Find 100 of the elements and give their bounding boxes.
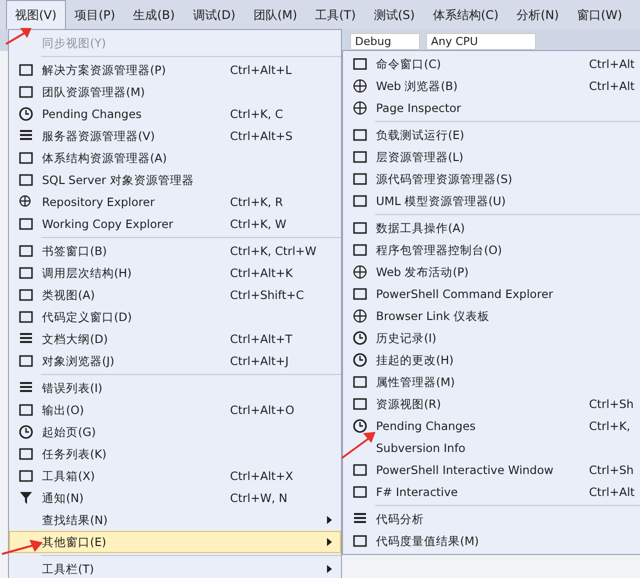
menu-item-label: PowerShell Interactive Window [376, 463, 554, 477]
outline-icon [19, 332, 33, 346]
menu-item[interactable]: Subversion Info [343, 437, 640, 459]
menu-item[interactable]: 查找结果(N) [9, 509, 341, 531]
menu-item[interactable]: 程序包管理器控制台(O) [343, 239, 640, 261]
menu-item[interactable]: Pending Changes Ctrl+K, C [9, 103, 341, 125]
menu-item-label: 书签窗口(B) [42, 244, 108, 258]
menu-item[interactable]: 书签窗口(B) Ctrl+K, Ctrl+W [9, 240, 341, 262]
menu-item-label: 任务列表(K) [42, 446, 108, 462]
shortcut-text: Ctrl+Alt [589, 485, 633, 499]
menu-item-label: 调用层次结构(H) [42, 266, 133, 280]
menu-item[interactable]: 分析(N) [508, 0, 568, 30]
funnel-icon [19, 491, 33, 505]
annotation-arrow [4, 26, 34, 46]
globe-icon [353, 309, 367, 323]
menu-item[interactable]: 类视图(A) Ctrl+Shift+C [9, 284, 341, 306]
menu-item[interactable]: Working Copy Explorer Ctrl+K, W [9, 213, 341, 235]
shortcut-text: Ctrl+Alt+O [230, 403, 296, 417]
menu-item[interactable]: 工具(T) [306, 0, 365, 30]
menu-item-label: 同步视图(Y) [42, 36, 107, 50]
menu-item[interactable]: Web 浏览器(B) Ctrl+Alt [343, 75, 640, 97]
menu-item[interactable]: 体系结构资源管理器(A) [9, 147, 341, 169]
configuration-dropdown[interactable]: Debug [350, 33, 420, 50]
shortcut-text: Ctrl+Alt+S [230, 129, 294, 143]
menu-item[interactable]: Page Inspector [343, 97, 640, 119]
menu-item[interactable]: 源代码管理资源管理器(S) [343, 168, 640, 190]
menu-item[interactable]: 起始页(G) [9, 421, 341, 443]
menu-item[interactable]: 通知(N) Ctrl+W, N [9, 487, 341, 509]
menu-item-label: 历史记录(I) [376, 330, 438, 346]
menu-item-label: 类视图(A) [42, 288, 96, 302]
menu-item[interactable]: 窗口(W) [568, 0, 632, 30]
menu-item[interactable]: 调用层次结构(H) Ctrl+Alt+K [9, 262, 341, 284]
menu-item[interactable]: UML 模型资源管理器(U) [343, 190, 640, 212]
menu-item[interactable]: 文档大纲(D) Ctrl+Alt+T [9, 328, 341, 350]
menu-item[interactable]: Repository Explorer Ctrl+K, R [9, 191, 341, 213]
menu-item-label: 属性管理器(M) [376, 374, 456, 390]
menu-item[interactable]: 服务器资源管理器(V) Ctrl+Alt+S [9, 125, 341, 147]
menu-item[interactable]: 对象浏览器(J) Ctrl+Alt+J [9, 350, 341, 372]
shortcut-text: Ctrl+K, W [230, 217, 288, 231]
menu-item-label: 查找结果(N) [42, 512, 109, 528]
menu-item[interactable]: 代码度量值结果(M) [343, 530, 640, 552]
menu-item-label: Working Copy Explorer [42, 217, 174, 231]
menu-item[interactable]: Pending Changes Ctrl+K, [343, 415, 640, 437]
menu-item[interactable]: 生成(B) [124, 0, 184, 30]
menu-item[interactable]: 属性管理器(M) [343, 371, 640, 393]
menu-item[interactable]: 调试(D) [184, 0, 244, 30]
globe-icon [353, 265, 367, 279]
menu-item[interactable]: 数据工具操作(A) [343, 217, 640, 239]
menu-item[interactable]: 命令窗口(C) Ctrl+Alt [343, 53, 640, 75]
menu-item-label: SQL Server 对象资源管理器 [42, 172, 195, 188]
menu-item-label: Pending Changes [42, 107, 143, 121]
shortcut-text: Ctrl+K, [589, 419, 632, 433]
menu-item[interactable]: 团队(M) [244, 0, 306, 30]
menu-item-label: 源代码管理资源管理器(S) [376, 172, 514, 186]
menu-item-label: 对象浏览器(J) [42, 354, 116, 368]
menu-item[interactable]: 挂起的更改(H) [343, 349, 640, 371]
menu-item[interactable]: 错误列表(I) [9, 377, 341, 399]
menu-item[interactable]: 工具箱(X) Ctrl+Alt+X [9, 465, 341, 487]
menu-item[interactable]: F# Interactive Ctrl+Alt [343, 481, 640, 503]
menu-item-label: 其他窗口(E) [42, 534, 108, 550]
menu-item[interactable]: 项目(P) [66, 0, 124, 30]
shortcut-text: Ctrl+Alt [589, 57, 633, 71]
menu-item-label: 挂起的更改(H) [376, 352, 455, 368]
menu-item[interactable]: Browser Link 仪表板 [343, 305, 640, 327]
menu-item-label: 错误列表(I) [42, 380, 104, 396]
menu-item-label: 体系结构资源管理器(A) [42, 150, 168, 166]
menu-item[interactable]: 代码分析 [343, 508, 640, 530]
platform-dropdown[interactable]: Any CPU [426, 33, 536, 50]
menu-item[interactable]: 解决方案资源管理器(P) Ctrl+Alt+L [9, 59, 341, 81]
menu-item[interactable]: 体系结构(C) [424, 0, 508, 30]
clock-icon [19, 107, 33, 121]
menu-item[interactable]: PowerShell Command Explorer [343, 283, 640, 305]
shortcut-text: Ctrl+K, C [230, 107, 284, 121]
menu-item[interactable]: 工具栏(T) [9, 558, 341, 578]
menu-item[interactable]: 历史记录(I) [343, 327, 640, 349]
menu-item-label: 层资源管理器(L) [376, 150, 464, 164]
menu-item[interactable]: 代码定义窗口(D) [9, 306, 341, 328]
menu-item-label: 起始页(G) [42, 424, 97, 440]
menu-item[interactable]: 输出(O) Ctrl+Alt+O [9, 399, 341, 421]
menu-item[interactable]: 任务列表(K) [9, 443, 341, 465]
menu-item[interactable]: 团队资源管理器(M) [9, 81, 341, 103]
menu-item[interactable]: 视图(V) [6, 0, 66, 30]
menu-item[interactable]: Web 发布活动(P) [343, 261, 640, 283]
list-icon [353, 512, 367, 526]
clock-icon [353, 419, 367, 433]
menu-item-label: 工具栏(T) [42, 562, 95, 576]
menu-item[interactable]: 测试(S) [364, 0, 424, 30]
menu-item-label: 命令窗口(C) [376, 56, 442, 72]
menu-item[interactable]: 资源视图(R) Ctrl+Sh [343, 393, 640, 415]
menu-item[interactable]: 其他窗口(E) [9, 531, 341, 553]
menu-item[interactable]: SQL Server 对象资源管理器 [9, 169, 341, 191]
menu-item-label: Page Inspector [376, 101, 462, 115]
menu-item-label: Repository Explorer [42, 195, 156, 209]
menu-item-label: 通知(N) [42, 490, 85, 506]
menu-item[interactable]: 层资源管理器(L) [343, 146, 640, 168]
menu-item[interactable]: PowerShell Interactive Window Ctrl+Sh [343, 459, 640, 481]
menu-item-label: 程序包管理器控制台(O) [376, 242, 504, 258]
shortcut-text: Ctrl+Alt+K [230, 266, 294, 280]
shortcut-text: Ctrl+Alt+J [230, 354, 290, 368]
menu-item[interactable]: 负载测试运行(E) [343, 124, 640, 146]
